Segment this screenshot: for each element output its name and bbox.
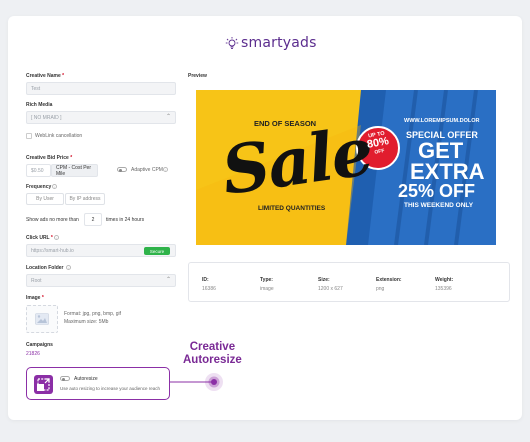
show-ads-prefix: Show ads no more than xyxy=(26,217,79,223)
image-label: Image * xyxy=(26,295,44,301)
detail-id-value: 16386 xyxy=(202,286,216,292)
info-icon: i xyxy=(52,184,57,189)
campaign-link[interactable]: 21826 xyxy=(26,351,40,357)
image-placeholder-icon xyxy=(35,313,49,325)
show-ads-suffix: times in 24 hours xyxy=(106,217,145,223)
callout-line2: Autoresize xyxy=(183,354,242,366)
image-format-text: Format: jpg, png, bmp, gif xyxy=(64,311,121,317)
creative-preview: END OF SEASON Sale LIMITED QUANTITIES UP… xyxy=(196,90,496,245)
detail-id-key: ID: xyxy=(202,277,209,283)
creative-name-input[interactable]: Test xyxy=(26,82,176,95)
autoresize-title: Autoresize xyxy=(74,376,98,382)
brand-logo: smartyads xyxy=(225,35,317,51)
detail-type-value: image xyxy=(260,286,274,292)
preview-label: Preview xyxy=(188,73,207,79)
rich-media-select[interactable]: [ NO MRAID ] xyxy=(26,111,176,124)
resize-icon xyxy=(34,375,53,394)
detail-weight-value: 135396 xyxy=(435,286,452,292)
frequency-by-ip[interactable]: By IP address xyxy=(65,193,105,205)
detail-extension: Extension: png xyxy=(376,277,402,292)
pct-off-text: 25% OFF xyxy=(398,181,476,201)
autoresize-panel: Autoresize Use auto resizing to increase… xyxy=(26,367,170,400)
detail-size-key: Size: xyxy=(318,277,330,283)
autoresize-callout: Creative Autoresize xyxy=(183,341,242,367)
frequency-label: Frequency xyxy=(26,184,52,190)
autoresize-toggle[interactable] xyxy=(60,376,70,381)
bid-unit-select[interactable]: CPM - Cost Per Mile xyxy=(51,164,98,177)
website-text: WWW.LOREMIPSUM.DOLOR xyxy=(404,118,480,124)
detail-id: ID: 16386 xyxy=(202,277,216,292)
weekend-text: THIS WEEKEND ONLY xyxy=(404,202,474,209)
location-folder-label: Location Folder xyxy=(26,265,64,271)
creative-name-label: Creative Name * xyxy=(26,73,65,79)
callout-line1: Creative xyxy=(189,341,236,353)
location-folder-select[interactable]: Root xyxy=(26,274,176,287)
weblink-checkbox[interactable] xyxy=(26,133,32,139)
click-url-label: Click URL * xyxy=(26,235,53,241)
show-ads-count-input[interactable]: 2 xyxy=(84,213,102,226)
info-icon: i xyxy=(54,235,59,240)
bid-price-input[interactable]: $0.50 xyxy=(26,164,51,177)
rich-media-label: Rich Media xyxy=(26,102,53,108)
autoresize-description: Use auto resizing to increase your audie… xyxy=(60,386,161,391)
info-icon: i xyxy=(66,265,71,270)
discount-badge: UP TO 80% OFF xyxy=(362,130,394,158)
detail-size-value: 1200 x 627 xyxy=(318,286,343,292)
detail-type: Type: image xyxy=(260,277,274,292)
detail-type-key: Type: xyxy=(260,277,273,283)
campaigns-label: Campaigns xyxy=(26,342,53,348)
frequency-by-user[interactable]: By User xyxy=(26,193,64,205)
image-maxsize-text: Maximum size: 5Mb xyxy=(64,319,109,325)
brand-name: smartyads xyxy=(241,35,317,51)
limited-text: LIMITED QUANTITIES xyxy=(258,205,326,212)
extra-text: EXTRA xyxy=(410,159,485,184)
creative-details: ID: 16386 Type: image Size: 1200 x 627 Exte… xyxy=(188,262,510,302)
adaptive-cpm-toggle[interactable] xyxy=(117,167,127,172)
detail-extension-key: Extension: xyxy=(376,277,402,283)
callout-connector xyxy=(170,373,223,391)
info-icon: i xyxy=(163,167,168,172)
lightbulb-icon xyxy=(225,37,239,49)
secure-badge: Secure xyxy=(144,247,170,255)
image-upload[interactable] xyxy=(26,305,58,333)
bid-price-label: Creative Bid Price * xyxy=(26,155,73,161)
detail-extension-value: png xyxy=(376,286,385,292)
detail-weight-key: Weight: xyxy=(435,277,454,283)
adaptive-cpm-label: Adaptive CPM xyxy=(131,167,163,173)
detail-weight: Weight: 135396 xyxy=(435,277,453,292)
detail-size: Size: 1200 x 627 xyxy=(318,277,343,292)
weblink-label: WebLink cancellation xyxy=(35,133,83,139)
